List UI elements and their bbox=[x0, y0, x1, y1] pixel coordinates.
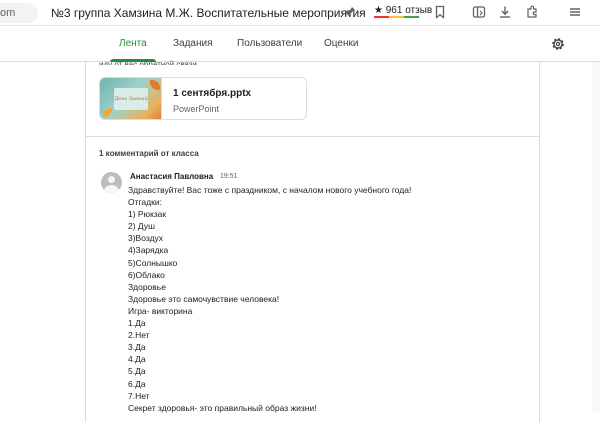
browser-toolbar: om №3 группа Хамзина М.Ж. Воспитательные… bbox=[0, 0, 600, 26]
comment-time: 19:51 bbox=[220, 173, 238, 180]
comment-line: 2.Нет bbox=[128, 330, 150, 341]
attachment-card[interactable]: День Знаний 1 сентября.pptx PowerPoint bbox=[99, 77, 307, 120]
comment-line: 3)Воздух bbox=[128, 233, 164, 244]
comment-author: Анастасия Павловна bbox=[130, 172, 214, 181]
tab-stream[interactable]: Лента bbox=[119, 38, 147, 49]
comment-line: 5)Солнышко bbox=[128, 257, 178, 268]
tab-people[interactable]: Пользователи bbox=[237, 38, 302, 49]
avatar bbox=[101, 172, 122, 193]
sidebar-icon[interactable] bbox=[472, 5, 486, 19]
rating-badge[interactable]: ★ 961 отзыв bbox=[374, 5, 432, 16]
comment-line: Игра- викторина bbox=[128, 305, 193, 316]
settings-gear-icon[interactable] bbox=[550, 36, 566, 52]
post-card: иду от вас обратной связи День Знаний 1 … bbox=[85, 60, 540, 422]
comment-line: 4)Зарядка bbox=[128, 245, 169, 256]
comment-line: 7.Нет bbox=[128, 390, 150, 401]
bookmark-icon[interactable] bbox=[433, 5, 447, 19]
comment-line: Отгадки: bbox=[128, 197, 162, 208]
attachment-type: PowerPoint bbox=[173, 104, 220, 114]
comment-body: Здравствуйте! Вас тоже с праздником, с н… bbox=[128, 184, 528, 414]
comment-line: Здравствуйте! Вас тоже с праздником, с н… bbox=[128, 185, 412, 195]
divider bbox=[86, 136, 539, 137]
thumbnail-title: День Знаний bbox=[114, 88, 148, 110]
comment-line: 1) Рюкзак bbox=[128, 209, 167, 220]
pin-icon[interactable] bbox=[343, 5, 357, 19]
address-bar[interactable]: om bbox=[0, 3, 38, 23]
comment-line: 4.Да bbox=[128, 354, 146, 365]
rating-color-bar bbox=[374, 16, 419, 18]
extensions-icon[interactable] bbox=[525, 5, 539, 19]
comment-line: 6)Облако bbox=[128, 269, 165, 280]
menu-icon[interactable] bbox=[568, 5, 582, 19]
attachment-thumbnail: День Знаний bbox=[100, 78, 162, 119]
scrollbar[interactable] bbox=[592, 62, 600, 412]
comments-count-link[interactable]: 1 комментарий от класса bbox=[99, 149, 199, 158]
page-title: №3 группа Хамзина М.Ж. Воспитательные ме… bbox=[51, 6, 366, 20]
class-navigation: Лента Задания Пользователи Оценки bbox=[0, 26, 600, 62]
comment-line: 3.Да bbox=[128, 342, 146, 353]
comment-line: Здоровье это самочувствие человека! bbox=[128, 293, 280, 304]
comment-line: 1.Да bbox=[128, 318, 146, 329]
comment-line: 2) Душ bbox=[128, 221, 155, 232]
tab-grades[interactable]: Оценки bbox=[324, 38, 358, 49]
attachment-name[interactable]: 1 сентября.pptx bbox=[173, 88, 251, 99]
tab-classwork[interactable]: Задания bbox=[173, 38, 213, 49]
comment-line: Здоровье bbox=[128, 281, 166, 292]
download-icon[interactable] bbox=[498, 5, 512, 19]
comment-line: 6.Да bbox=[128, 378, 146, 389]
comment-line: 5.Да bbox=[128, 366, 146, 377]
post-text-fragment: иду от вас обратной связи bbox=[99, 60, 197, 65]
